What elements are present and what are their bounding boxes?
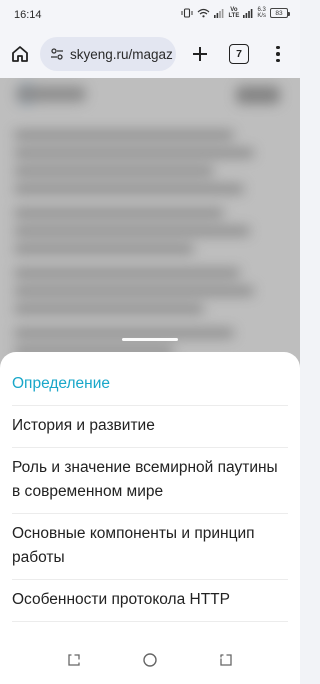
speed-unit: K/s (257, 13, 266, 19)
system-nav-bar (0, 638, 300, 684)
toc-item[interactable]: Основные компоненты и принцип работы (12, 514, 288, 580)
toc-item-label: Особенности протокола HTTP (12, 591, 230, 608)
status-bar: 16:14 Vo LTE 6.3 K/s 83 (0, 0, 300, 30)
home-circle-icon (143, 653, 157, 667)
back-icon (220, 654, 232, 666)
signal-icon-1 (214, 9, 224, 18)
recents-icon (68, 654, 80, 666)
page-content-blurred (0, 78, 300, 368)
url-text: skyeng.ru/magaz (70, 46, 173, 62)
toc-item-label: Основные компоненты и принцип работы (12, 525, 255, 566)
tabs-button[interactable]: 7 (229, 44, 249, 64)
browser-toolbar: skyeng.ru/magaz 7 (0, 30, 300, 78)
network-speed: 6.3 K/s (257, 7, 266, 19)
toc-item[interactable]: История и развитие (12, 406, 288, 448)
sheet-drag-handle[interactable] (122, 338, 178, 341)
new-tab-button[interactable] (188, 42, 212, 66)
site-settings-icon[interactable] (50, 47, 64, 61)
toc-item-label: История и развитие (12, 417, 155, 434)
toc-list: Определение История и развитие Роль и зн… (12, 364, 288, 622)
signal-icon-2 (243, 9, 253, 18)
toc-bottom-sheet: Определение История и развитие Роль и зн… (0, 338, 300, 684)
home-icon (12, 46, 28, 62)
status-icons: Vo LTE 6.3 K/s 83 (181, 7, 290, 19)
toc-item[interactable]: Роль и значение всемирной паутины в совр… (12, 448, 288, 514)
plus-icon (193, 47, 207, 61)
volte-bottom: LTE (228, 13, 240, 19)
toc-item[interactable]: Особенности протокола HTTP (12, 580, 288, 622)
battery-icon: 83 (270, 8, 290, 18)
toc-item-label: Роль и значение всемирной паутины в совр… (12, 459, 278, 500)
status-time: 16:14 (14, 9, 42, 21)
recents-button[interactable] (64, 650, 84, 670)
more-vert-icon[interactable] (270, 42, 286, 66)
volte-indicator: Vo LTE (228, 7, 239, 19)
wifi-icon (198, 8, 210, 18)
scrim[interactable] (0, 78, 300, 368)
vibrate-icon (181, 8, 193, 18)
toc-item-label: Определение (12, 375, 111, 392)
battery-level: 83 (275, 9, 283, 17)
toc-item[interactable]: Определение (12, 364, 288, 406)
address-bar[interactable]: skyeng.ru/magaz (40, 37, 176, 71)
tab-count: 7 (236, 48, 242, 60)
back-button[interactable] (216, 650, 236, 670)
home-button[interactable] (8, 42, 32, 66)
nav-home-button[interactable] (140, 650, 160, 670)
